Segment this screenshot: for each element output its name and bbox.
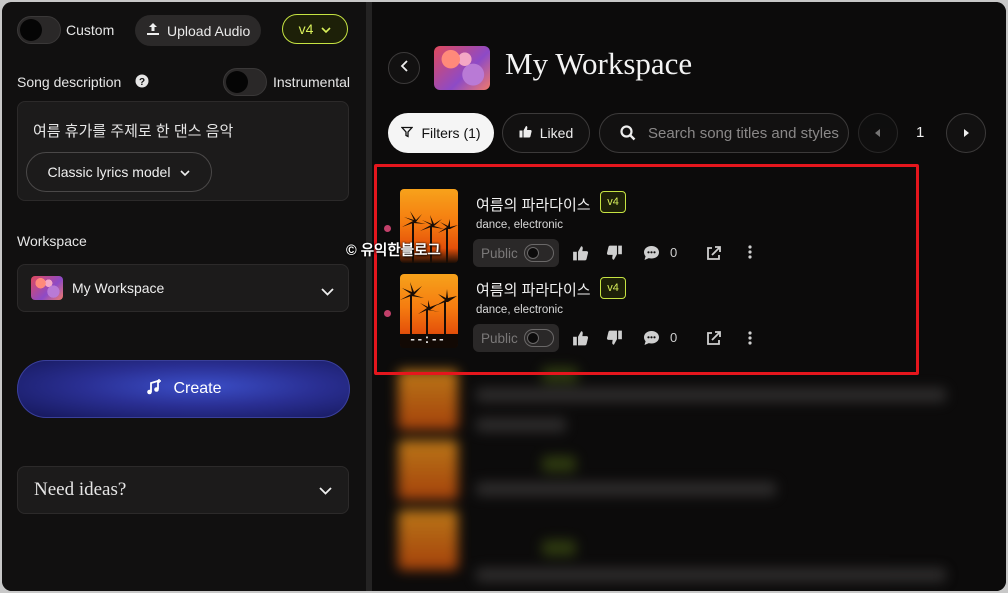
liked-button[interactable]: Liked (502, 113, 590, 153)
liked-label: Liked (539, 125, 574, 141)
create-label: Create (173, 380, 222, 397)
next-page-button[interactable] (946, 113, 986, 153)
page-number: 1 (916, 124, 925, 141)
music-note-icon (145, 378, 163, 401)
custom-label: Custom (66, 22, 115, 38)
blurred-song-list (392, 362, 972, 591)
chevron-down-icon (180, 164, 191, 180)
workspace-thumbnail (31, 276, 63, 300)
lyrics-model-select[interactable]: Classic lyrics model (26, 152, 212, 192)
upload-audio-label: Upload Audio (167, 22, 251, 39)
workspace-label: Workspace (17, 233, 87, 249)
workspace-select[interactable]: My Workspace (17, 264, 349, 312)
caret-right-icon (963, 124, 969, 142)
app-window: Custom Upload Audio v4 Song description … (2, 2, 1006, 591)
help-icon[interactable]: ? (135, 74, 149, 93)
chevron-down-icon (321, 21, 331, 37)
svg-text:?: ? (139, 77, 145, 88)
need-ideas-accordion[interactable]: Need ideas? (17, 466, 349, 514)
prev-page-button[interactable] (858, 113, 898, 153)
search-field[interactable] (599, 113, 849, 153)
upload-icon (146, 22, 160, 39)
chevron-down-icon (319, 479, 332, 501)
watermark: © 유익한블로그 (346, 243, 441, 259)
instrumental-label: Instrumental (273, 74, 351, 90)
chevron-left-icon (400, 59, 408, 77)
instrumental-toggle[interactable] (223, 68, 267, 96)
create-button[interactable]: Create (17, 360, 350, 418)
search-icon (620, 125, 636, 141)
song-description-value: 여름 휴가를 주제로 한 댄스 음악 (33, 123, 234, 140)
workspace-cover-image (434, 46, 490, 90)
model-version-select[interactable]: v4 (282, 14, 348, 44)
filter-icon (400, 125, 414, 141)
need-ideas-label: Need ideas? (34, 479, 127, 500)
highlight-box (374, 164, 919, 375)
back-button[interactable] (388, 52, 420, 84)
search-input[interactable] (648, 124, 848, 142)
upload-audio-button[interactable]: Upload Audio (135, 15, 261, 46)
song-description-field[interactable]: 여름 휴가를 주제로 한 댄스 음악 Classic lyrics model (17, 101, 349, 201)
chevron-down-icon (321, 283, 334, 301)
lyrics-model-label: Classic lyrics model (47, 164, 171, 180)
page-title: My Workspace (505, 46, 693, 81)
workspace-value: My Workspace (72, 280, 165, 296)
filters-label: Filters (1) (421, 125, 481, 141)
model-version-label: v4 (298, 21, 314, 37)
song-description-label: Song description (17, 74, 122, 90)
thumbs-up-icon (519, 125, 532, 141)
create-sidebar: Custom Upload Audio v4 Song description … (2, 2, 366, 591)
caret-left-icon (875, 124, 881, 142)
filters-button[interactable]: Filters (1) (388, 113, 494, 153)
custom-toggle[interactable] (17, 16, 61, 44)
